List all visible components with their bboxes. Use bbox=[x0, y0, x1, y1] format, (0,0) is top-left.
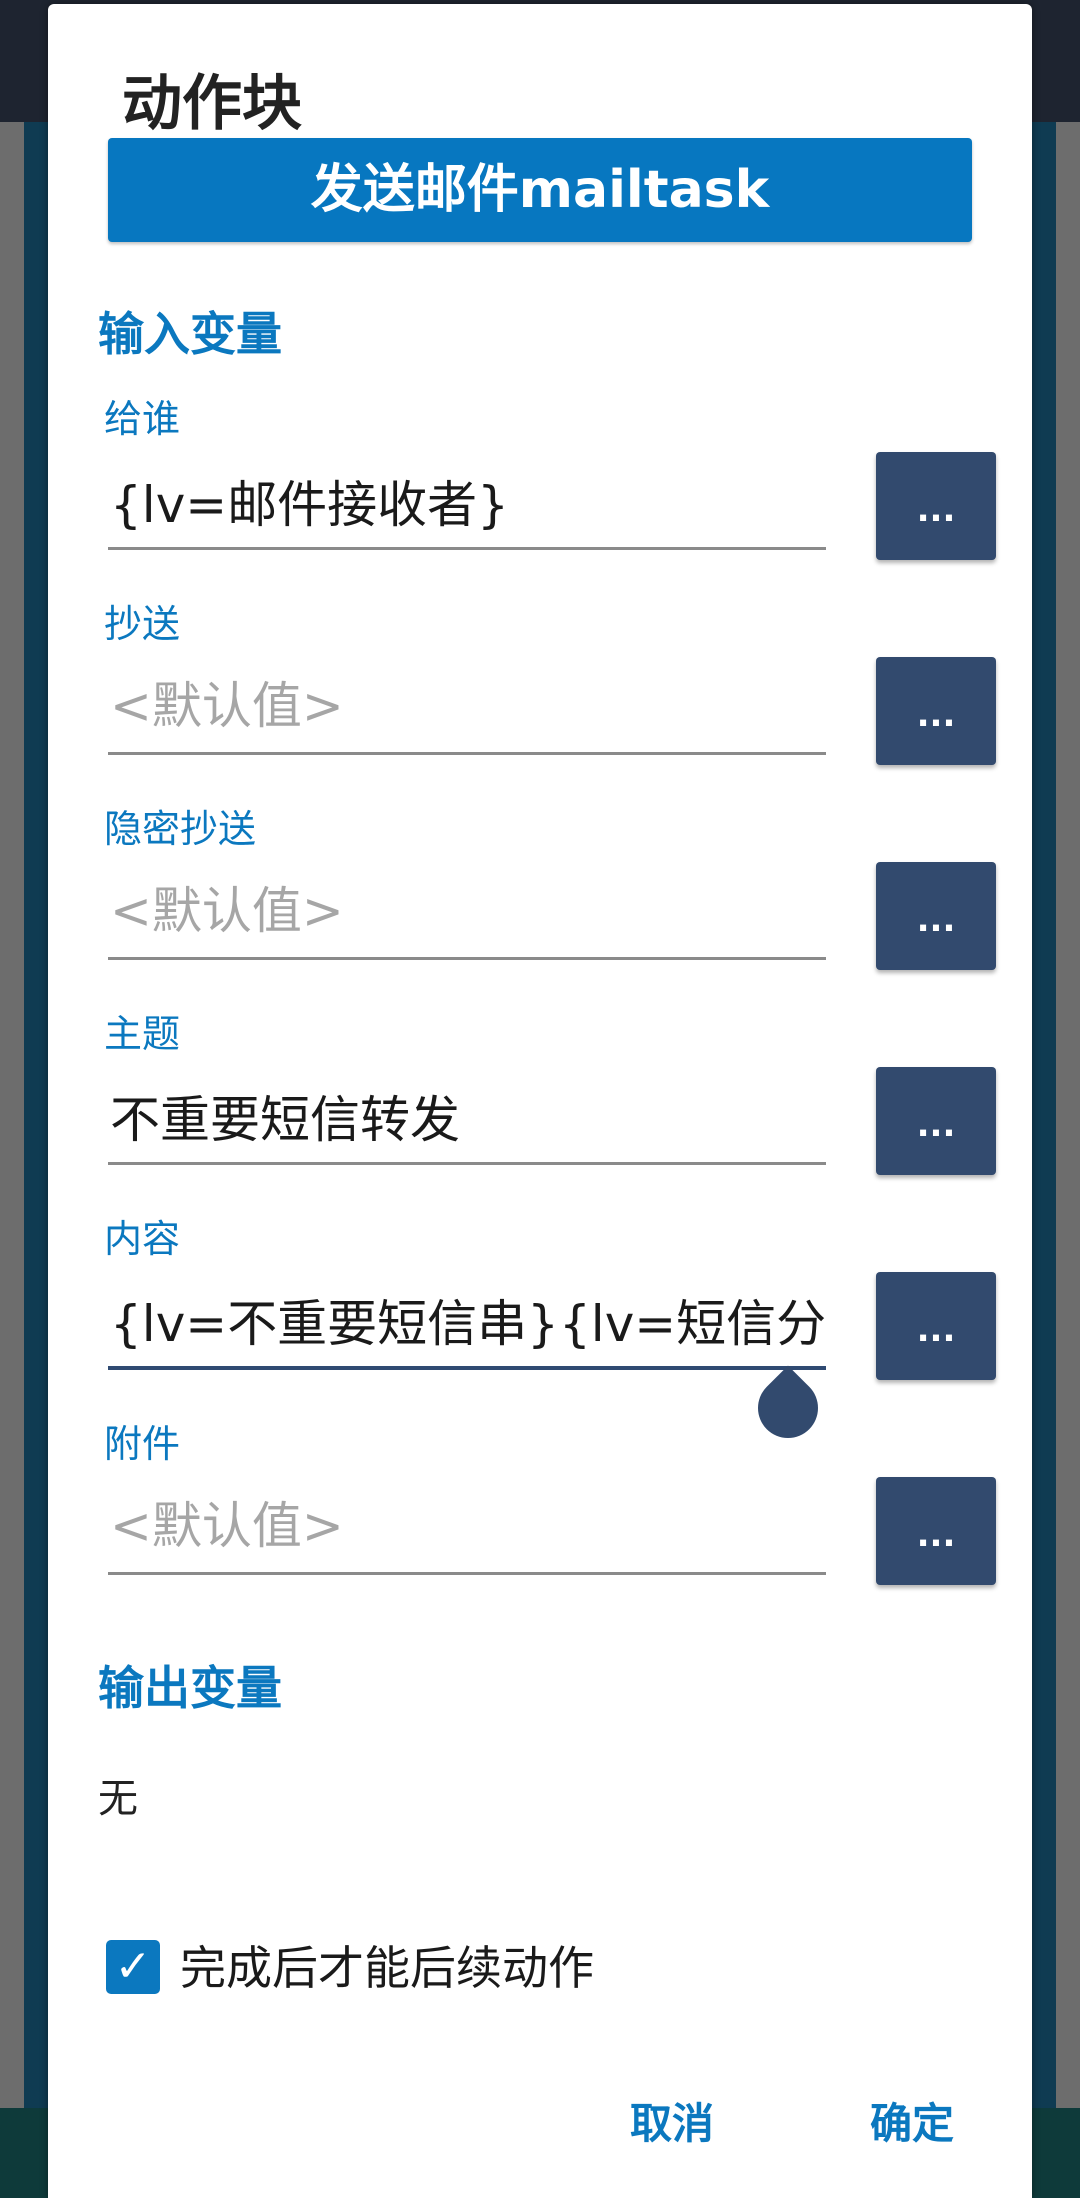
wait-complete-label[interactable]: 完成后才能后续动作 bbox=[180, 1938, 594, 1998]
bcc-field-more-button[interactable]: ... bbox=[876, 862, 996, 970]
bcc-field-input[interactable] bbox=[108, 864, 826, 960]
subject-field-more-button[interactable]: ... bbox=[876, 1067, 996, 1175]
to-field-more-button[interactable]: ... bbox=[876, 452, 996, 560]
input-variables-heading: 输入变量 bbox=[98, 307, 282, 361]
action-block-dialog: 动作块 发送邮件mailtask 输入变量 给谁 ... 抄送 ... 隐密抄送… bbox=[48, 4, 1032, 2198]
action-name-banner[interactable]: 发送邮件mailtask bbox=[108, 138, 972, 242]
wait-complete-checkbox[interactable]: ✓ bbox=[106, 1940, 160, 1994]
cc-field-input[interactable] bbox=[108, 659, 826, 755]
content-field-label: 内容 bbox=[104, 1217, 181, 1261]
to-field-label: 给谁 bbox=[104, 397, 181, 441]
subject-field-input[interactable] bbox=[108, 1069, 826, 1165]
attachment-field-input[interactable] bbox=[108, 1479, 826, 1575]
cancel-button[interactable]: 取消 bbox=[630, 2094, 714, 2154]
background-panel-edge-right bbox=[1032, 122, 1056, 2108]
output-variables-heading: 输出变量 bbox=[98, 1661, 282, 1715]
ok-button[interactable]: 确定 bbox=[870, 2094, 954, 2154]
dialog-title: 动作块 bbox=[122, 69, 302, 139]
cc-field-label: 抄送 bbox=[104, 602, 181, 646]
text-cursor-handle[interactable] bbox=[745, 1365, 831, 1451]
content-field-more-button[interactable]: ... bbox=[876, 1272, 996, 1380]
cc-field-more-button[interactable]: ... bbox=[876, 657, 996, 765]
bcc-field-label: 隐密抄送 bbox=[104, 807, 257, 851]
subject-field-label: 主题 bbox=[104, 1012, 181, 1056]
background-panel-edge-left bbox=[24, 122, 48, 2108]
content-field-input[interactable] bbox=[108, 1274, 826, 1370]
attachment-field-more-button[interactable]: ... bbox=[876, 1477, 996, 1585]
output-variables-value: 无 bbox=[98, 1776, 138, 1822]
attachment-field-label: 附件 bbox=[104, 1422, 181, 1466]
to-field-input[interactable] bbox=[108, 454, 826, 550]
